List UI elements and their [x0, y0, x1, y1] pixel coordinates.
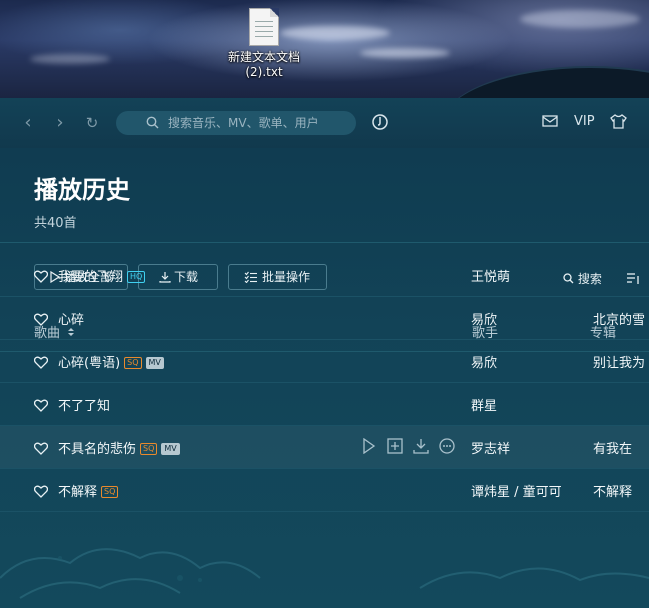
song-row[interactable]: 我要的飞翔 HQ 王悦萌 — [0, 254, 649, 297]
song-row[interactable]: 心碎 易欣 北京的雪 — [0, 297, 649, 340]
mv-badge[interactable]: MV — [145, 357, 164, 369]
song-title-text: 心碎(粤语) — [58, 356, 121, 371]
artist-name[interactable]: 王悦萌 — [471, 266, 510, 285]
decorative-clouds — [0, 548, 649, 599]
like-heart-icon[interactable] — [33, 440, 49, 459]
like-heart-icon[interactable] — [33, 483, 49, 502]
mail-icon[interactable] — [542, 114, 558, 128]
vip-button[interactable]: VIP — [574, 114, 595, 129]
add-to-playlist-icon[interactable] — [387, 438, 403, 458]
sq-badge: SQ — [140, 443, 158, 455]
search-icon — [146, 116, 159, 129]
hq-badge: HQ — [127, 271, 146, 283]
song-title[interactable]: 不具名的悲伤 SQ MV — [58, 438, 180, 457]
song-title[interactable]: 我要的飞翔 HQ — [58, 266, 146, 285]
play-icon[interactable] — [362, 437, 376, 458]
sq-badge: SQ — [101, 486, 119, 498]
like-heart-icon[interactable] — [33, 311, 49, 330]
artist-name[interactable]: 罗志祥 — [471, 438, 510, 457]
song-title-text: 心碎 — [58, 313, 85, 328]
song-title-text: 我要的飞翔 — [58, 270, 124, 285]
album-name[interactable]: 有我在 — [593, 438, 632, 457]
text-file-icon — [249, 8, 279, 46]
song-title[interactable]: 心碎(粤语) SQ MV — [58, 352, 164, 371]
song-title[interactable]: 不了了知 — [58, 395, 110, 414]
search-box[interactable] — [116, 111, 356, 135]
mv-badge[interactable]: MV — [161, 443, 180, 455]
header-divider — [0, 242, 649, 243]
song-title-text: 不了了知 — [58, 399, 111, 414]
artist-name[interactable]: 谭炜星 / 童可可 — [471, 481, 562, 500]
song-title[interactable]: 不解释 SQ — [58, 481, 119, 500]
more-options-icon[interactable] — [439, 438, 455, 458]
album-name[interactable]: 不解释 — [593, 481, 632, 500]
download-icon[interactable] — [413, 438, 429, 458]
desktop-file-icon[interactable]: 新建文本文档 (2).txt — [228, 8, 300, 80]
refresh-icon[interactable]: ↻ — [82, 112, 102, 134]
desktop-wallpaper: 新建文本文档 (2).txt — [0, 0, 649, 100]
artist-name[interactable]: 群星 — [471, 395, 497, 414]
like-heart-icon[interactable] — [33, 268, 49, 287]
page-title: 播放历史 — [34, 176, 130, 204]
artist-name[interactable]: 易欣 — [471, 309, 497, 328]
song-count: 共40首 — [34, 216, 77, 231]
back-icon[interactable]: ‹ — [18, 112, 38, 134]
song-row[interactable]: 心碎(粤语) SQ MV 易欣 别让我为 — [0, 340, 649, 383]
skin-icon[interactable] — [610, 114, 627, 129]
like-heart-icon[interactable] — [33, 354, 49, 373]
forward-icon[interactable]: › — [50, 112, 70, 134]
listen-recognize-icon[interactable] — [371, 113, 389, 131]
album-name[interactable]: 北京的雪 — [593, 309, 645, 328]
titlebar: ‹ › ↻ VIP — [0, 98, 649, 148]
song-row[interactable]: 不解释 SQ 谭炜星 / 童可可 不解释 — [0, 469, 649, 512]
album-name[interactable]: 别让我为 — [593, 352, 645, 371]
song-title-text: 不解释 — [58, 485, 98, 500]
row-divider — [0, 511, 649, 512]
desktop-file-label: 新建文本文档 (2).txt — [228, 50, 301, 79]
music-app-window: ‹ › ↻ VIP 播放历史 共40首 播放全部 — [0, 98, 649, 608]
song-title[interactable]: 心碎 — [58, 309, 84, 328]
song-title-text: 不具名的悲伤 — [58, 442, 137, 457]
like-heart-icon[interactable] — [33, 397, 49, 416]
search-input[interactable] — [168, 111, 348, 135]
artist-name[interactable]: 易欣 — [471, 352, 497, 371]
desktop-hill — [440, 66, 649, 100]
song-row[interactable]: 不了了知 群星 — [0, 383, 649, 426]
sq-badge: SQ — [124, 357, 142, 369]
song-row[interactable]: 不具名的悲伤 SQ MV 罗志祥 有我在 — [0, 426, 649, 469]
